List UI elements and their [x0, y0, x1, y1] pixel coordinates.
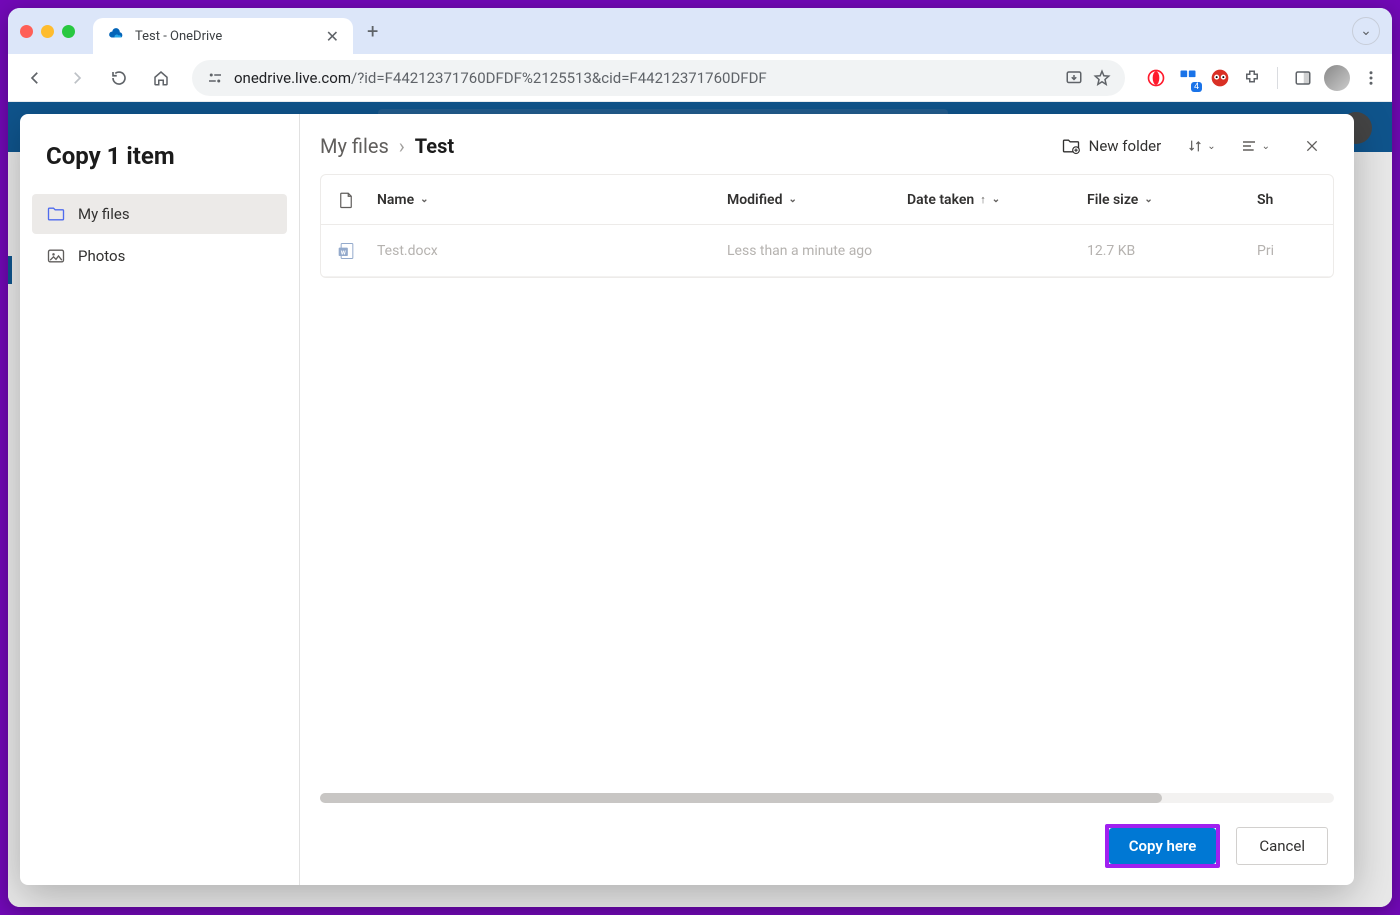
file-size: 12.7 KB [1087, 243, 1257, 259]
chevron-down-icon: ⌄ [1262, 141, 1270, 152]
cancel-button[interactable]: Cancel [1236, 827, 1328, 865]
sidebar-item-photos[interactable]: Photos [32, 236, 287, 276]
minimize-window-button[interactable] [41, 25, 54, 38]
new-tab-button[interactable]: + [367, 19, 378, 43]
window-controls [20, 25, 75, 38]
browser-tab[interactable]: Test - OneDrive ✕ [93, 18, 353, 54]
dialog-sidebar: Copy 1 item My files Photos [20, 114, 300, 885]
close-tab-icon[interactable]: ✕ [326, 27, 339, 46]
chevron-down-icon: ⌄ [788, 194, 796, 205]
primary-button-highlight: Copy here [1105, 824, 1221, 868]
back-button[interactable] [18, 61, 52, 95]
photos-icon [46, 246, 66, 266]
tab-strip: Test - OneDrive ✕ + ⌄ [8, 8, 1392, 54]
copy-item-dialog: Copy 1 item My files Photos [20, 114, 1354, 885]
close-window-button[interactable] [20, 25, 33, 38]
file-sharing: Pri [1257, 243, 1317, 259]
copy-here-button[interactable]: Copy here [1109, 828, 1217, 864]
breadcrumb: My files › Test [320, 134, 454, 158]
bookmark-icon[interactable] [1093, 69, 1111, 87]
file-table: Name ⌄ Modified ⌄ Date taken ↑ ⌄ [320, 174, 1334, 278]
header-actions: New folder ⌄ ⌄ [1055, 132, 1326, 160]
dialog-body: Copy 1 item My files Photos [20, 114, 1354, 885]
browser-window: Test - OneDrive ✕ + ⌄ onedrive.live.com/… [8, 8, 1392, 907]
address-bar[interactable]: onedrive.live.com/?id=F44212371760DFDF%2… [192, 60, 1125, 96]
extension-eyes-icon[interactable] [1209, 67, 1231, 89]
column-sharing[interactable]: Sh [1257, 192, 1317, 208]
svg-text:W: W [341, 250, 346, 256]
extension-opera-icon[interactable] [1145, 67, 1167, 89]
chevron-down-icon: ⌄ [420, 194, 428, 205]
onedrive-favicon-icon [107, 27, 125, 45]
column-modified[interactable]: Modified ⌄ [727, 192, 907, 208]
chevron-down-icon: ⌄ [1207, 141, 1215, 152]
new-folder-button[interactable]: New folder [1055, 132, 1168, 160]
home-button[interactable] [144, 61, 178, 95]
view-options-button[interactable]: ⌄ [1236, 134, 1274, 158]
chevron-right-icon: › [399, 134, 405, 158]
tab-title: Test - OneDrive [135, 29, 316, 44]
install-app-icon[interactable] [1065, 69, 1083, 87]
chevron-down-icon: ⌄ [1144, 194, 1152, 205]
browser-menu-icon[interactable] [1360, 67, 1382, 89]
content-header: My files › Test New folder ⌄ [300, 114, 1354, 174]
file-modified: Less than a minute ago [727, 243, 907, 259]
nav-indicator [8, 256, 12, 284]
file-type-icon: W [337, 241, 377, 261]
breadcrumb-current: Test [415, 134, 454, 158]
table-row[interactable]: W Test.docx Less than a minute ago 12.7 … [321, 225, 1333, 277]
browser-toolbar: onedrive.live.com/?id=F44212371760DFDF%2… [8, 54, 1392, 102]
table-header: Name ⌄ Modified ⌄ Date taken ↑ ⌄ [321, 175, 1333, 225]
extension-icons: 4 [1145, 65, 1382, 91]
profile-avatar[interactable] [1324, 65, 1350, 91]
reload-button[interactable] [102, 61, 136, 95]
column-file-size[interactable]: File size ⌄ [1087, 192, 1257, 208]
sort-button[interactable]: ⌄ [1183, 134, 1219, 158]
dialog-title: Copy 1 item [46, 142, 287, 170]
file-name: Test.docx [377, 243, 727, 259]
close-dialog-button[interactable] [1298, 132, 1326, 160]
breadcrumb-my-files[interactable]: My files [320, 134, 389, 158]
column-date-taken[interactable]: Date taken ↑ ⌄ [907, 192, 1087, 208]
column-name[interactable]: Name ⌄ [377, 192, 727, 208]
dialog-content: My files › Test New folder ⌄ [300, 114, 1354, 885]
forward-button[interactable] [60, 61, 94, 95]
sidebar-item-my-files[interactable]: My files [32, 194, 287, 234]
toolbar-divider [1277, 67, 1278, 89]
onedrive-app: Copy 1 item My files Photos [8, 102, 1392, 907]
column-icon[interactable] [337, 191, 377, 209]
extension-badge-icon[interactable]: 4 [1177, 67, 1199, 89]
tab-search-button[interactable]: ⌄ [1352, 17, 1380, 45]
maximize-window-button[interactable] [62, 25, 75, 38]
new-folder-label: New folder [1089, 137, 1162, 155]
dialog-footer: Copy here Cancel [300, 807, 1354, 885]
chevron-down-icon: ⌄ [992, 194, 1000, 205]
sidebar-item-label: Photos [78, 247, 125, 265]
extensions-menu-icon[interactable] [1241, 67, 1263, 89]
scrollbar-thumb[interactable] [320, 793, 1162, 803]
sort-asc-icon: ↑ [980, 193, 986, 206]
sidepanel-icon[interactable] [1292, 67, 1314, 89]
folder-icon [46, 204, 66, 224]
horizontal-scrollbar[interactable] [320, 793, 1334, 803]
sidebar-item-label: My files [78, 205, 130, 223]
url-text: onedrive.live.com/?id=F44212371760DFDF%2… [234, 69, 1055, 87]
site-settings-icon[interactable] [206, 69, 224, 87]
